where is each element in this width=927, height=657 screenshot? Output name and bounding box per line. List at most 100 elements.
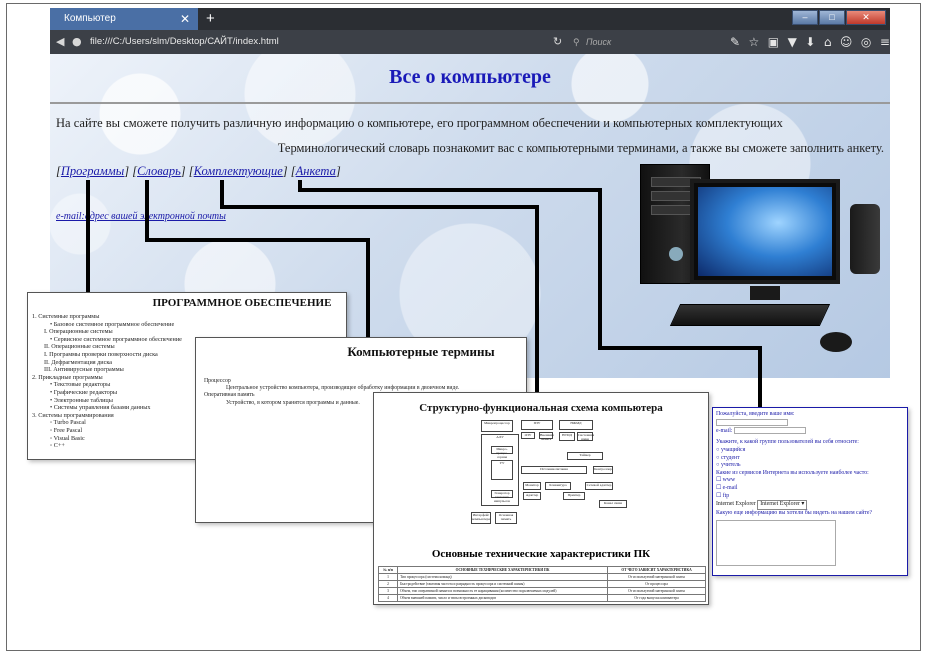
table-cell: Объем, тип оперативной памяти и возможно… (397, 587, 609, 595)
menu-icon[interactable]: ≡ (880, 35, 890, 49)
info-question: Какую еще информацию вы хотели бы видеть… (716, 509, 873, 516)
window-controls: – □ ✕ (792, 10, 886, 27)
monitor-image (690, 179, 840, 284)
list-item: 1. Системные программы (32, 313, 100, 320)
table-row: 2 Быстродействие (тактовая частота и разр… (377, 580, 706, 588)
nav-link-programs[interactable]: Программы (61, 164, 124, 178)
radio-label: учитель (720, 462, 741, 469)
title-divider (50, 102, 890, 104)
diagram-box: Принтер (563, 492, 585, 500)
survey-window: Пожалуйста, введите ваше имя: e-mail: Ук… (712, 407, 908, 576)
browser-select[interactable]: Internet Explorer ▾ (757, 500, 808, 510)
table-cell: 3 (377, 587, 399, 595)
table-cell: От года выпуска компьютера (607, 594, 706, 602)
tab-bar: Компьютер ✕ + – □ ✕ (50, 8, 890, 30)
table-header: ОТ ЧЕГО ЗАВИСИТ ХАРАКТЕРИСТИКА (607, 566, 706, 574)
table-row: 3 Объем, тип оперативной памяти и возможн… (377, 587, 706, 595)
checkbox-icon[interactable]: ☐ (716, 493, 723, 499)
group-question: Укажите, к какой группе пользователей вы… (716, 439, 859, 446)
site-info-icon[interactable]: ● (72, 30, 82, 54)
tab-title: Компьютер (64, 13, 116, 24)
group-option[interactable]: ○ учащийся (716, 447, 904, 455)
group-option[interactable]: ○ учитель (716, 462, 904, 470)
table-cell: 2 (377, 580, 399, 588)
home-icon[interactable]: ⌂ (824, 35, 832, 49)
table-cell: От используемой материнской платы (607, 587, 706, 595)
group-option[interactable]: ○ студент (716, 455, 904, 463)
diagram-box: УУ (491, 460, 513, 480)
new-tab-button[interactable]: + (206, 8, 215, 30)
diagram-box: Микропроцессор (481, 420, 513, 432)
table-row: 1 Тип процессора (система команд) От испол… (377, 573, 706, 581)
table-cell: 4 (377, 594, 399, 602)
sync-icon[interactable]: ◎ (861, 35, 871, 49)
table-cell: От процессора (607, 580, 706, 588)
diagram-box: Клавиатура (545, 482, 571, 490)
list-item: I. Операционные системы (44, 328, 113, 336)
diagram-box: НГМД (559, 432, 575, 441)
intro-text-1: На сайте вы сможете получить различную и… (56, 116, 783, 130)
software-title: ПРОГРАММНОЕ ОБЕСПЕЧЕНИЕ (152, 297, 332, 309)
list-item: • Базовое системное программное обеспече… (50, 320, 175, 328)
url-bar[interactable]: file:///C:/Users/slm/Desktop/САЙТ/index.… (90, 34, 550, 50)
pocket-icon[interactable]: ▼ (788, 35, 797, 49)
nav-link-components[interactable]: Комплектующие (194, 164, 283, 178)
service-option[interactable]: ☐ ftp (716, 493, 904, 501)
survey-form: Пожалуйста, введите ваше имя: e-mail: Ук… (713, 408, 907, 569)
table-cell: От используемой материнской платы (607, 573, 706, 581)
diagram-box: ПЗУ (521, 420, 553, 430)
speaker-image (850, 204, 880, 274)
back-icon[interactable]: ◀ (56, 30, 64, 54)
diagram-box: Микро-процес-сорная память (491, 446, 513, 463)
close-window-button[interactable]: ✕ (846, 10, 886, 25)
diagram-box: Сетевой адаптер (585, 482, 613, 490)
monitor-stand-image (750, 286, 780, 300)
browser-label: Internet Explorer (716, 501, 756, 508)
service-option[interactable]: ☐ e-mail (716, 485, 904, 493)
services-question: Какие из сервисов Интернета вы используе… (716, 469, 869, 476)
email-link[interactable]: e-mail:адрес вашей электронной почты (56, 211, 226, 222)
close-tab-icon[interactable]: ✕ (180, 8, 190, 30)
keyboard-image (669, 304, 831, 326)
group-radios: ○ учащийся ○ студент ○ учитель (716, 447, 904, 470)
search-input[interactable]: ⚲ Поиск (570, 34, 705, 50)
diagram-box: Монитор (523, 482, 541, 490)
checkbox-label: www (722, 477, 736, 484)
star-icon[interactable]: ☆ (749, 35, 760, 49)
service-checkboxes: ☐ www ☐ e-mail ☐ ftp (716, 477, 904, 500)
search-placeholder: Поиск (586, 37, 612, 47)
maximize-button[interactable]: □ (819, 10, 845, 25)
checkbox-icon[interactable]: ☐ (716, 485, 723, 491)
search-icon: ⚲ (573, 37, 580, 47)
name-field[interactable] (716, 418, 788, 426)
download-icon[interactable]: ⬇ (805, 35, 815, 49)
diagram-box: Системная шина (577, 432, 595, 441)
nav-link-survey[interactable]: Анкета (296, 164, 336, 178)
diagram-box: ОЗУ (521, 432, 535, 439)
clipboard-icon[interactable]: ▣ (768, 35, 779, 49)
characteristics-title: Основные технические характеристики ПК (431, 548, 651, 560)
intro-text-2: Терминологический словарь познакомит вас… (277, 141, 884, 155)
reload-icon[interactable]: ↻ (553, 30, 562, 54)
checkbox-label: ftp (722, 492, 730, 499)
diagram-box: Основная память (495, 512, 517, 524)
components-title: Структурно-функциональная схема компьюте… (419, 402, 663, 414)
table-header: ОСНОВНЫЕ ТЕХНИЧЕСКИЕ ХАРАКТЕРИСТИКИ ПК (397, 566, 609, 574)
minimize-button[interactable]: – (792, 10, 818, 25)
service-option[interactable]: ☐ www (716, 477, 904, 485)
wrench-icon[interactable]: ✎ (730, 35, 740, 49)
structure-diagram: МикропроцессорАЛУМикро-процес-сорная пам… (451, 420, 631, 540)
chat-icon[interactable]: ☺ (840, 35, 853, 49)
email-field[interactable] (733, 427, 806, 435)
terms-title: Компьютерные термины (347, 344, 495, 359)
table-row: 4 Объем внешней памяти, число и типы встр… (377, 594, 706, 602)
tab-active[interactable]: Компьютер ✕ (50, 8, 198, 30)
checkbox-label: e-mail (722, 485, 738, 491)
components-window: Структурно-функциональная схема компьюте… (373, 392, 709, 605)
info-textarea[interactable] (716, 520, 836, 567)
diagram-box: Адаптер (523, 492, 541, 500)
table-cell: Объем внешней памяти, число и типы встро… (397, 594, 609, 602)
nav-link-dictionary[interactable]: Словарь (137, 164, 181, 178)
checkbox-icon[interactable]: ☐ (716, 477, 723, 483)
diagram-box: Таймер (567, 452, 603, 460)
